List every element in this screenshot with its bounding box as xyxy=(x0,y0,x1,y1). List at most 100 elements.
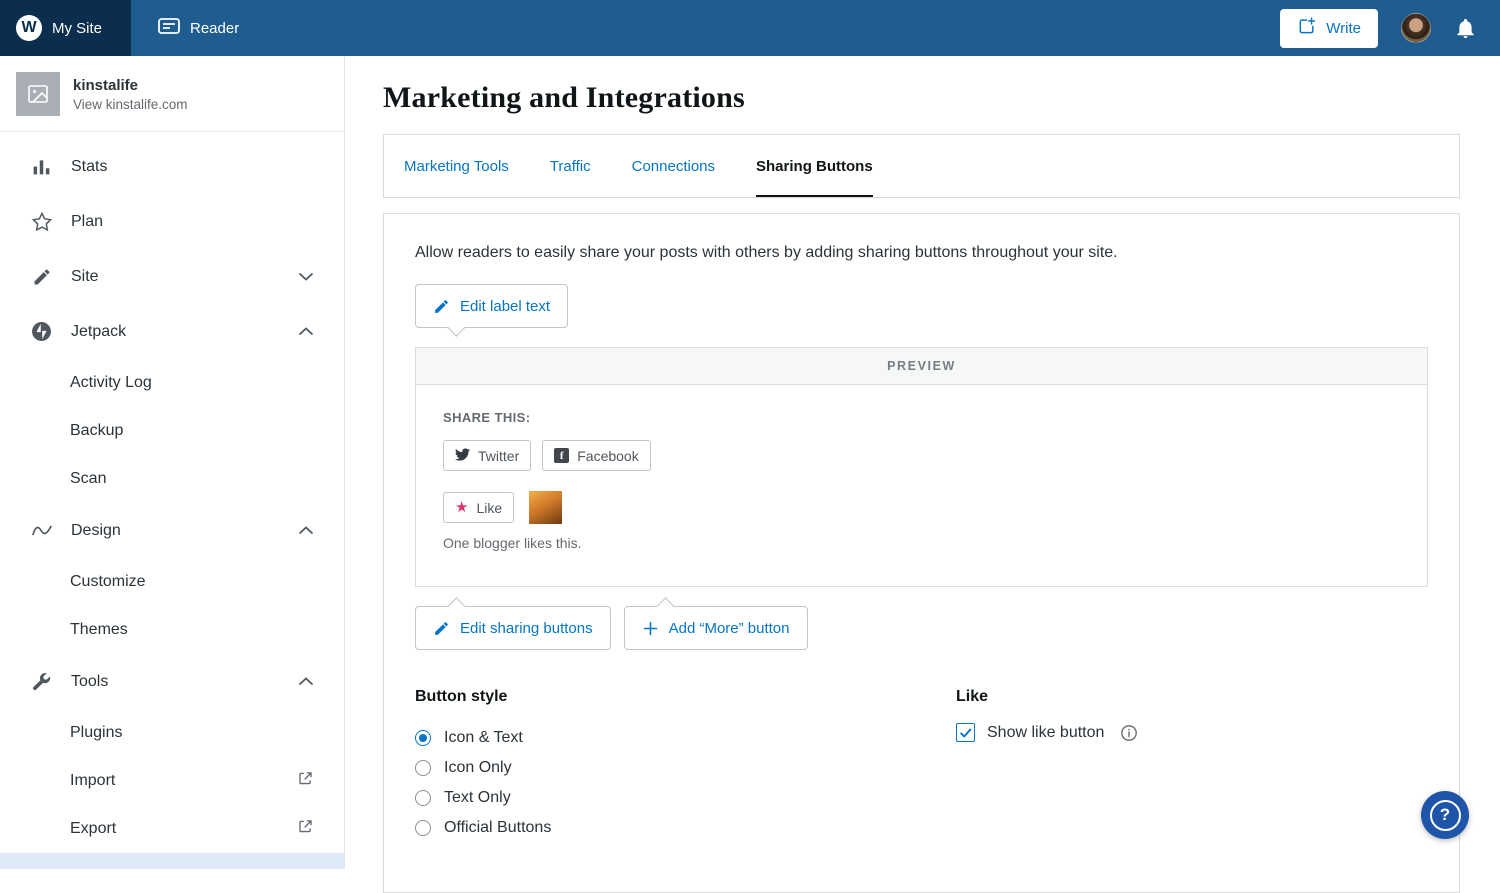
sidebar-item-label: Site xyxy=(71,268,280,286)
radio-label: Icon Only xyxy=(444,759,512,777)
external-link-icon xyxy=(297,770,314,792)
sidebar-item-label: Jetpack xyxy=(71,323,280,341)
intro-text: Allow readers to easily share your posts… xyxy=(415,244,1428,262)
pencil-icon xyxy=(433,620,450,637)
sidebar-item-activity-log[interactable]: Activity Log xyxy=(0,359,344,407)
sidebar-item-label: Customize xyxy=(70,573,314,591)
plus-icon xyxy=(642,620,659,637)
notifications-bell-icon[interactable] xyxy=(1454,17,1477,40)
my-site-label: My Site xyxy=(52,20,102,37)
tab-traffic[interactable]: Traffic xyxy=(550,135,591,197)
radio-option-text-only[interactable]: Text Only xyxy=(415,783,956,813)
like-label: Like xyxy=(476,500,502,516)
profile-avatar[interactable] xyxy=(1401,13,1431,43)
sharing-preview: PREVIEW SHARE THIS: Twitter f Facebook ★ xyxy=(415,347,1428,587)
preview-header: PREVIEW xyxy=(416,348,1427,385)
sidebar-item-label: Tools xyxy=(71,673,280,691)
show-like-checkbox[interactable] xyxy=(956,723,975,742)
chevron-down-icon xyxy=(298,268,314,286)
sidebar-item-export[interactable]: Export xyxy=(0,805,344,853)
sidebar-item-label: Export xyxy=(70,820,279,838)
chevron-up-icon xyxy=(298,673,314,691)
tab-sharing-buttons[interactable]: Sharing Buttons xyxy=(756,135,873,197)
site-card-text: kinstalife View kinstalife.com xyxy=(73,77,188,112)
twitter-share-button[interactable]: Twitter xyxy=(443,440,531,471)
add-more-label: Add “More” button xyxy=(669,620,790,637)
sidebar: kinstalife View kinstalife.com Stats Pla… xyxy=(0,56,345,869)
like-caption: One blogger likes this. xyxy=(443,535,1400,551)
like-section: Like Show like button xyxy=(956,688,1138,843)
radio-label: Icon & Text xyxy=(444,729,523,747)
view-site-link[interactable]: View kinstalife.com xyxy=(73,97,188,112)
sidebar-item-scan[interactable]: Scan xyxy=(0,455,344,503)
button-style-heading: Button style xyxy=(415,688,956,706)
help-button[interactable]: ? xyxy=(1421,791,1469,839)
sidebar-item-label: Stats xyxy=(71,158,314,176)
show-like-button-row[interactable]: Show like button xyxy=(956,723,1138,742)
liker-avatar[interactable] xyxy=(529,491,562,524)
write-button[interactable]: Write xyxy=(1280,9,1378,48)
radio-option-icon-and-text[interactable]: Icon & Text xyxy=(415,723,956,753)
wrench-icon xyxy=(30,671,53,692)
like-star-icon: ★ xyxy=(455,500,468,515)
add-more-button[interactable]: Add “More” button xyxy=(624,606,808,650)
settings-columns: Button style Icon & Text Icon Only Text … xyxy=(415,688,1428,843)
tab-connections[interactable]: Connections xyxy=(632,135,715,197)
sharing-buttons-panel: Allow readers to easily share your posts… xyxy=(383,213,1460,893)
write-label: Write xyxy=(1326,20,1361,37)
edit-label-text-label: Edit label text xyxy=(460,298,550,315)
sidebar-item-label: Backup xyxy=(70,422,314,440)
info-icon[interactable] xyxy=(1120,724,1138,742)
edit-label-text-button[interactable]: Edit label text xyxy=(415,284,568,328)
sidebar-item-tools[interactable]: Tools xyxy=(0,654,344,709)
edit-sharing-buttons-button[interactable]: Edit sharing buttons xyxy=(415,606,611,650)
masterbar-right: Write xyxy=(1280,0,1500,56)
masterbar: W My Site Reader Write xyxy=(0,0,1500,56)
radio-control[interactable] xyxy=(415,820,431,836)
section-tabs: Marketing Tools Traffic Connections Shar… xyxy=(383,134,1460,198)
facebook-share-button[interactable]: f Facebook xyxy=(542,440,650,471)
sidebar-item-backup[interactable]: Backup xyxy=(0,407,344,455)
twitter-label: Twitter xyxy=(478,448,519,464)
site-image-icon xyxy=(16,72,60,116)
sidebar-item-label: Plan xyxy=(71,213,314,231)
reader-button[interactable]: Reader xyxy=(135,0,261,56)
radio-control[interactable] xyxy=(415,790,431,806)
external-link-icon xyxy=(297,818,314,840)
radio-control[interactable] xyxy=(415,730,431,746)
radio-option-official-buttons[interactable]: Official Buttons xyxy=(415,813,956,843)
pencil-icon xyxy=(433,298,450,315)
radio-label: Text Only xyxy=(444,789,511,807)
sidebar-menu: Stats Plan Site Jetpack Activity Log Bac… xyxy=(0,132,344,869)
my-site-button[interactable]: W My Site xyxy=(0,0,131,56)
sidebar-item-plan[interactable]: Plan xyxy=(0,194,344,249)
like-button[interactable]: ★ Like xyxy=(443,492,514,523)
site-card[interactable]: kinstalife View kinstalife.com xyxy=(0,56,344,132)
facebook-label: Facebook xyxy=(577,448,638,464)
button-style-section: Button style Icon & Text Icon Only Text … xyxy=(415,688,956,843)
sidebar-item-import[interactable]: Import xyxy=(0,757,344,805)
sidebar-item-customize[interactable]: Customize xyxy=(0,558,344,606)
sidebar-item-label: Import xyxy=(70,772,279,790)
like-preview-row: ★ Like xyxy=(443,491,1400,524)
sidebar-item-site[interactable]: Site xyxy=(0,249,344,304)
sidebar-item-label: Themes xyxy=(70,621,314,639)
compose-icon xyxy=(1297,16,1317,40)
sidebar-item-jetpack[interactable]: Jetpack xyxy=(0,304,344,359)
reader-label: Reader xyxy=(190,20,239,37)
like-heading: Like xyxy=(956,688,1138,706)
sidebar-item-label: Plugins xyxy=(70,724,314,742)
sidebar-item-plugins[interactable]: Plugins xyxy=(0,709,344,757)
radio-option-icon-only[interactable]: Icon Only xyxy=(415,753,956,783)
page-title: Marketing and Integrations xyxy=(383,81,1460,115)
sidebar-item-design[interactable]: Design xyxy=(0,503,344,558)
sidebar-item-themes[interactable]: Themes xyxy=(0,606,344,654)
sidebar-item-stats[interactable]: Stats xyxy=(0,139,344,194)
sidebar-item-label: Design xyxy=(71,522,280,540)
preview-body: SHARE THIS: Twitter f Facebook ★ Like xyxy=(416,385,1427,586)
tab-marketing-tools[interactable]: Marketing Tools xyxy=(404,135,509,197)
jetpack-icon xyxy=(30,321,53,342)
main-content: Marketing and Integrations Marketing Too… xyxy=(345,56,1500,893)
sidebar-item-selected-partial[interactable] xyxy=(0,853,344,869)
radio-control[interactable] xyxy=(415,760,431,776)
